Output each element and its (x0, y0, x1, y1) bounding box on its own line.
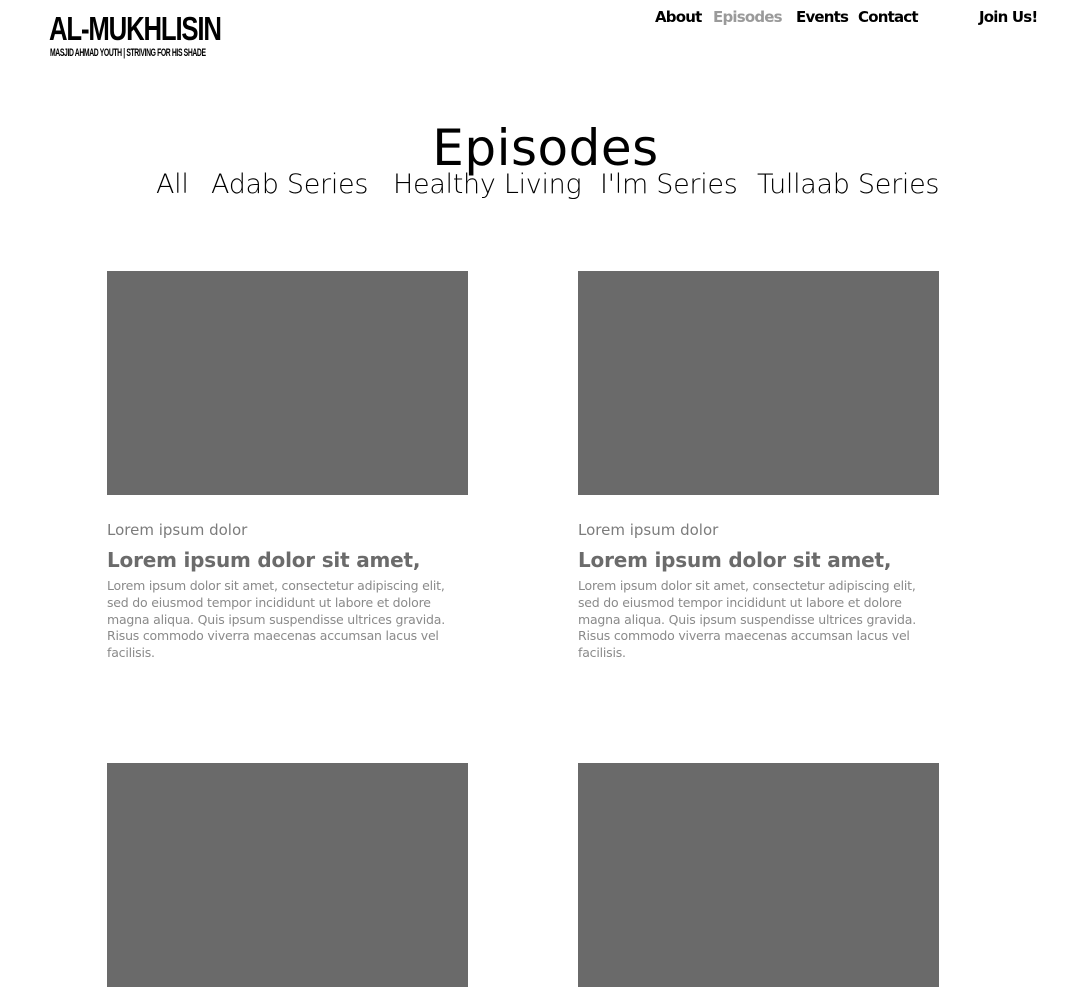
episode-meta: Lorem ipsum dolor (107, 521, 248, 539)
episode-card[interactable]: Lorem ipsum dolor Lorem ipsum dolor sit … (578, 271, 939, 660)
episode-thumbnail[interactable] (578, 271, 939, 495)
filter-tab-adab-series[interactable]: Adab Series (211, 167, 368, 203)
nav-events-link[interactable]: Events (796, 7, 849, 27)
episode-thumbnail[interactable] (107, 763, 468, 987)
nav-about-link[interactable]: About (655, 7, 702, 27)
episode-title[interactable]: Lorem ipsum dolor sit amet, (578, 547, 891, 573)
filter-tab-ilm-series[interactable]: I'lm Series (600, 167, 738, 203)
episode-thumbnail[interactable] (578, 763, 939, 987)
episode-thumbnail[interactable] (107, 271, 468, 495)
episode-title[interactable]: Lorem ipsum dolor sit amet, (107, 547, 420, 573)
episode-meta: Lorem ipsum dolor (578, 521, 719, 539)
episode-card[interactable] (107, 763, 468, 987)
logo-tagline: MASJID AHMAD YOUTH | STRIVING FOR HIS SH… (50, 47, 206, 59)
episode-description: Lorem ipsum dolor sit amet, consectetur … (107, 578, 446, 661)
join-us-link[interactable]: Join Us! (979, 7, 1038, 27)
filter-tab-tullaab-series[interactable]: Tullaab Series (757, 167, 939, 203)
nav-episodes-link[interactable]: Episodes (713, 7, 783, 27)
episode-card[interactable] (578, 763, 939, 987)
episode-card[interactable]: Lorem ipsum dolor Lorem ipsum dolor sit … (107, 271, 468, 660)
main-nav: About Episodes Events Contact Join Us! (0, 7, 1091, 31)
filter-tab-all[interactable]: All (156, 167, 189, 203)
episode-description: Lorem ipsum dolor sit amet, consectetur … (578, 578, 917, 661)
filter-tab-healthy-living[interactable]: Healthy Living (393, 167, 582, 203)
nav-contact-link[interactable]: Contact (858, 7, 919, 27)
